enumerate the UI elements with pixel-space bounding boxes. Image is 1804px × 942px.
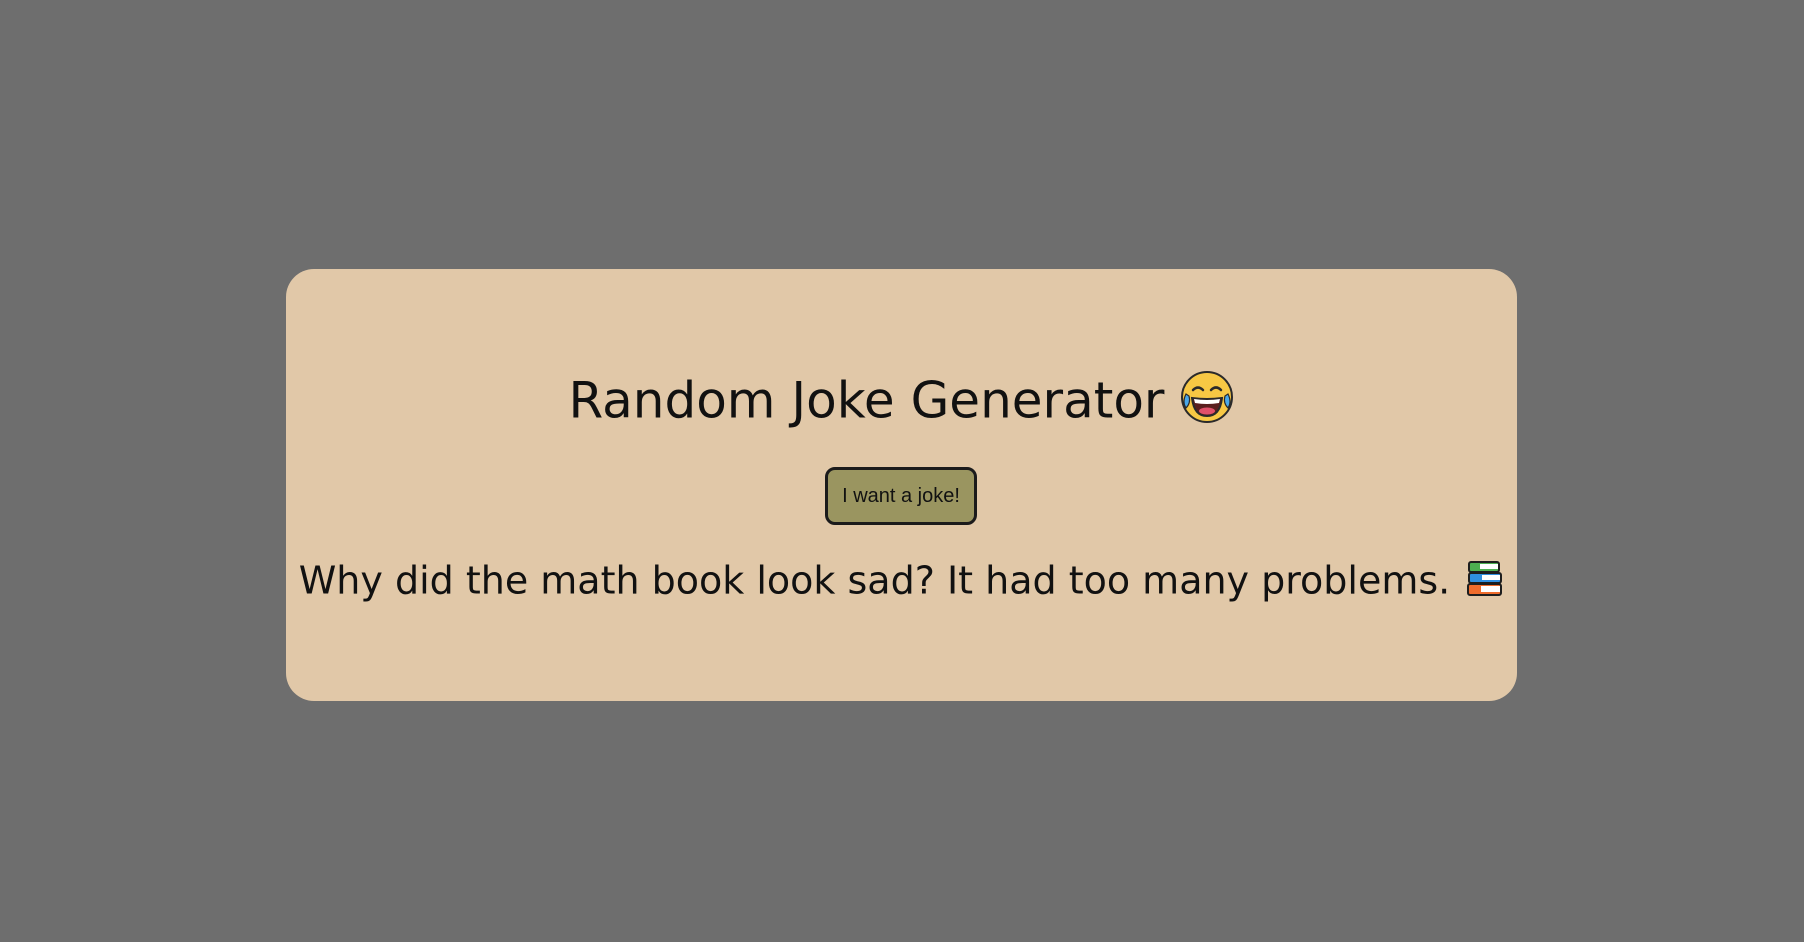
books-icon bbox=[1466, 560, 1504, 598]
joke-row: Why did the math book look sad? It had t… bbox=[286, 555, 1517, 605]
joke-card: Random Joke Generator I want a joke! Why… bbox=[286, 269, 1517, 701]
title-row: Random Joke Generator bbox=[286, 365, 1517, 435]
get-joke-button[interactable]: I want a joke! bbox=[825, 467, 977, 525]
joke-text: Why did the math book look sad? It had t… bbox=[298, 558, 1451, 603]
page-title: Random Joke Generator bbox=[568, 371, 1165, 430]
laughing-emoji-icon bbox=[1180, 370, 1234, 424]
